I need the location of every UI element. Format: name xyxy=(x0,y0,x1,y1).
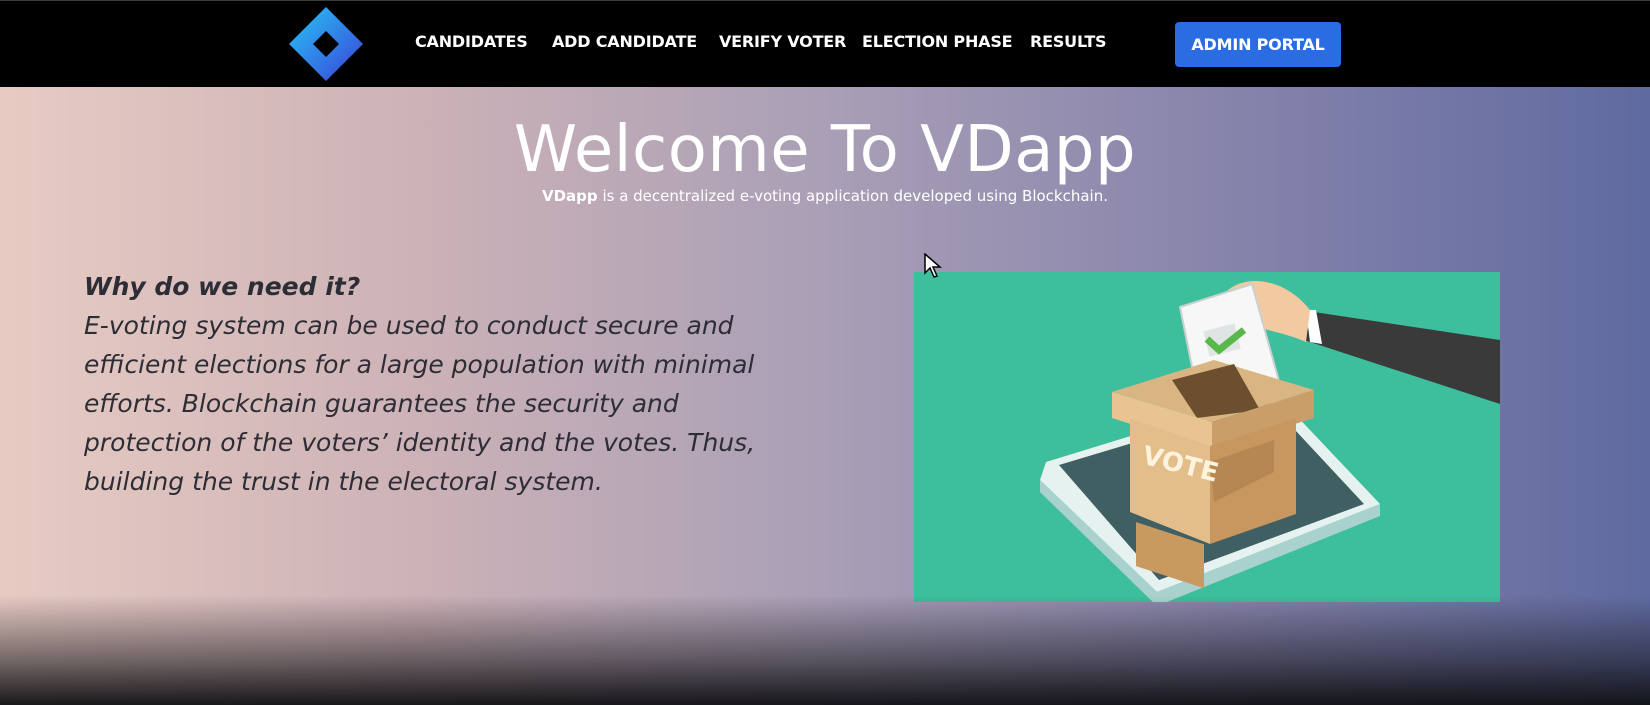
why-heading: Why do we need it? xyxy=(84,272,361,301)
bottom-fade xyxy=(0,595,1650,705)
nav-link-election-phase[interactable]: ELECTION PHASE xyxy=(862,32,1013,51)
why-body: E-voting system can be used to conduct s… xyxy=(84,311,756,496)
subtitle-text: is a decentralized e-voting application … xyxy=(597,187,1108,205)
nav-link-verify-voter[interactable]: VERIFY VOTER xyxy=(719,32,846,51)
nav-link-add-candidate[interactable]: ADD CANDIDATE xyxy=(552,32,697,51)
admin-portal-button[interactable]: ADMIN PORTAL xyxy=(1175,22,1341,67)
logo-icon[interactable] xyxy=(287,5,365,83)
why-section: Why do we need it? E-voting system can b… xyxy=(84,267,804,501)
top-navbar: CANDIDATES ADD CANDIDATE VERIFY VOTER EL… xyxy=(0,0,1650,87)
hero-title: Welcome To VDapp xyxy=(513,113,1137,187)
ballot-box-illustration: VOTE xyxy=(914,272,1500,602)
mouse-cursor-icon xyxy=(924,253,942,278)
nav-link-results[interactable]: RESULTS xyxy=(1030,32,1107,51)
subtitle-brand: VDapp xyxy=(542,187,598,205)
hero-section: Welcome To VDapp VDapp is a decentralize… xyxy=(0,87,1650,705)
hero-subtitle: VDapp is a decentralized e-voting applic… xyxy=(0,187,1650,205)
nav-link-candidates[interactable]: CANDIDATES xyxy=(415,32,528,51)
